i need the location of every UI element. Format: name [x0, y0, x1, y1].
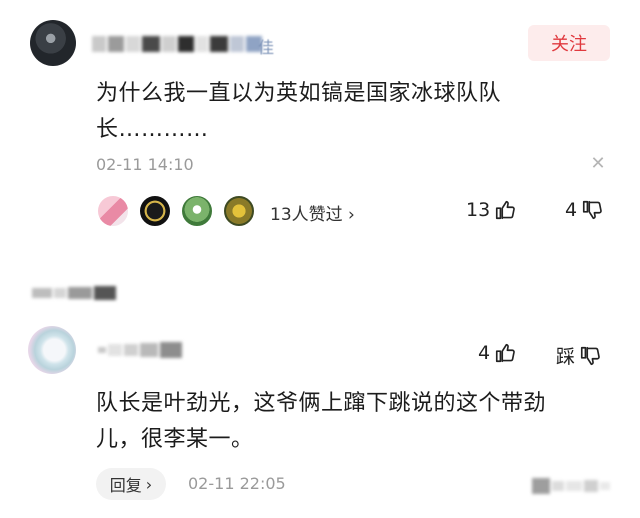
username-tail: 佳 — [258, 38, 275, 57]
reply-button[interactable]: 回复 › — [96, 468, 166, 500]
dislike-count: 4 — [565, 199, 578, 221]
obscured-text — [32, 286, 116, 300]
like-button[interactable]: 4 — [478, 342, 516, 364]
comment-text-line: 队长是叶劲光，这爷俩上蹿下跳说的这个带劲 — [96, 391, 547, 416]
like-button[interactable]: 13 — [466, 199, 516, 221]
like-count: 4 — [478, 342, 491, 364]
dislike-button[interactable]: 4 — [565, 199, 603, 221]
like-count: 13 — [466, 199, 491, 221]
thumb-down-icon — [580, 346, 600, 365]
chevron-right-icon: › — [145, 474, 153, 494]
close-icon[interactable]: ✕ — [588, 154, 608, 174]
username-obscured[interactable] — [98, 342, 182, 358]
comment-text-line: 长………… — [96, 117, 209, 142]
username-obscured[interactable] — [92, 36, 262, 52]
comment-text: 队长是叶劲光，这爷俩上蹿下跳说的这个带劲 儿，很李某一。 — [96, 386, 626, 458]
dislike-label: 踩 — [556, 346, 576, 368]
avatar[interactable] — [30, 20, 76, 66]
thumb-down-icon — [583, 200, 602, 220]
liker-avatar[interactable] — [138, 194, 172, 228]
dislike-button[interactable]: 踩 — [556, 342, 601, 369]
comment-text-line: 儿，很李某一。 — [96, 427, 254, 452]
reply-label: 回复 — [109, 476, 142, 495]
timestamp: 02-11 14:10 — [96, 155, 194, 174]
follow-button[interactable]: 关注 — [528, 25, 610, 61]
comment-text-line: 为什么我一直以为英如镐是国家冰球队队 — [96, 81, 502, 106]
comment-text: 为什么我一直以为英如镐是国家冰球队队 长………… — [96, 76, 616, 148]
avatar[interactable] — [28, 326, 76, 374]
liker-avatar[interactable] — [180, 194, 214, 228]
liker-avatar[interactable] — [222, 194, 256, 228]
likers-link[interactable]: 13人赞过 › — [270, 200, 355, 225]
thumb-up-icon — [496, 200, 516, 220]
liker-avatar[interactable] — [96, 194, 130, 228]
thumb-up-icon — [496, 343, 515, 363]
obscured-watermark — [532, 478, 610, 494]
timestamp: 02-11 22:05 — [188, 474, 286, 493]
